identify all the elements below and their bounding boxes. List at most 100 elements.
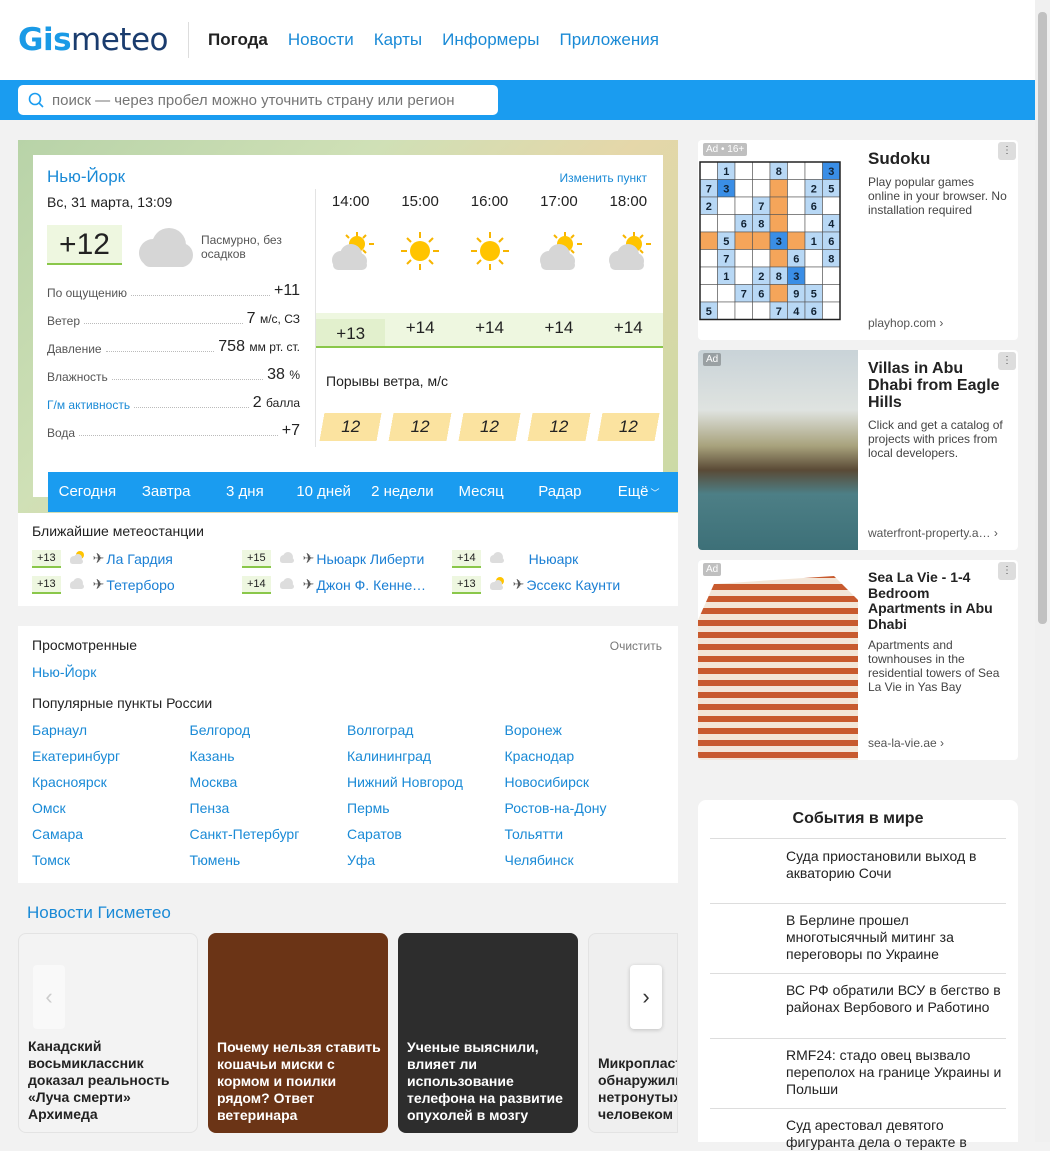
viewed-item[interactable]: Нью-Йорк (32, 664, 96, 680)
sudoku-cell (717, 214, 736, 233)
popular-city-link[interactable]: Краснодар (505, 748, 575, 764)
ad-domain[interactable]: waterfront-property.a… › (868, 526, 998, 540)
station-item[interactable]: +13 ✈ Тетерборо (32, 575, 232, 594)
event-item[interactable]: В Берлине прошел многотысячный митинг за… (786, 912, 1006, 963)
change-location-link[interactable]: Изменить пункт (560, 171, 647, 185)
popular-city-link[interactable]: Новосибирск (505, 774, 590, 790)
popular-city-link[interactable]: Калининград (347, 748, 431, 764)
tab-tomorrow[interactable]: Завтра (127, 472, 206, 512)
popular-city-link[interactable]: Красноярск (32, 774, 107, 790)
nav-weather[interactable]: Погода (208, 30, 268, 50)
nav-apps[interactable]: Приложения (559, 30, 658, 50)
news-card[interactable]: Канадский восьмиклассник доказал реально… (18, 933, 198, 1133)
popular-city-link[interactable]: Уфа (347, 852, 375, 868)
popular-city-link[interactable]: Белгород (190, 722, 251, 738)
gismeteo-logo[interactable]: Gismeteo (18, 22, 168, 58)
popular-city-link[interactable]: Пермь (347, 800, 390, 816)
weather-card: Нью-Йорк Изменить пункт Вс, 31 марта, 13… (33, 155, 678, 512)
partly-cloudy-icon (487, 575, 507, 594)
popular-title: Популярные пункты России (32, 695, 213, 711)
event-item[interactable]: ВС РФ обратили ВСУ в бегство в районах В… (786, 982, 1006, 1016)
news-card[interactable]: Микропласт обнаружили нетронутых совреме… (588, 933, 678, 1133)
scrollbar-thumb[interactable] (1038, 12, 1047, 624)
station-item[interactable]: +13 ✈ Ла Гардия (32, 549, 232, 568)
sudoku-cell (752, 179, 771, 198)
chevron-down-icon: ﹀ (650, 488, 660, 498)
ad-domain[interactable]: playhop.com › (868, 316, 943, 330)
popular-city-link[interactable]: Самара (32, 826, 83, 842)
event-item[interactable]: RMF24: стадо овец вызвало переполох на г… (786, 1047, 1006, 1098)
nav-informers[interactable]: Информеры (442, 30, 539, 50)
popular-city-link[interactable]: Омск (32, 800, 66, 816)
more-vertical-icon[interactable]: ⋮ (998, 352, 1016, 370)
sudoku-cell (769, 249, 788, 268)
sudoku-cell (787, 161, 806, 180)
station-item[interactable]: +14 Ньюарк (452, 549, 652, 568)
popular-city-link[interactable]: Екатеринбург (32, 748, 120, 764)
geomagnetic-link[interactable]: Г/м активность (47, 398, 130, 412)
tab-month[interactable]: Месяц (442, 472, 521, 512)
clear-button[interactable]: Очистить (610, 639, 662, 653)
tab-3-days[interactable]: 3 дня (206, 472, 285, 512)
nav-maps[interactable]: Карты (374, 30, 422, 50)
current-temperature: +12 (47, 225, 122, 265)
station-item[interactable]: +15 ✈ Ньюарк Либерти (242, 549, 442, 568)
popular-city-link[interactable]: Санкт-Петербург (190, 826, 300, 842)
cloud-icon (487, 549, 507, 568)
ad-villas[interactable]: Ad Villas in Abu Dhabi from Eagle Hills … (698, 350, 1018, 550)
ad-domain[interactable]: sea-la-vie.ae › (868, 736, 944, 750)
popular-city-link[interactable]: Томск (32, 852, 70, 868)
popular-city-link[interactable]: Волгоград (347, 722, 413, 738)
nav-news[interactable]: Новости (288, 30, 354, 50)
carousel-next-button[interactable]: › (630, 965, 662, 1029)
popular-city-link[interactable]: Москва (190, 774, 238, 790)
ad-title[interactable]: Sea La Vie - 1-4 Bedroom Apartments in A… (868, 569, 1003, 632)
sudoku-digit: 7 (723, 253, 729, 265)
wind-gust-value: 12 (388, 413, 452, 441)
tab-10-days[interactable]: 10 дней (284, 472, 363, 512)
station-item[interactable]: +13 ✈ Эссекс Каунти (452, 575, 652, 594)
forecast-tabs: Сегодня Завтра 3 дня 10 дней 2 недели Ме… (48, 472, 678, 512)
tab-radar[interactable]: Радар (521, 472, 600, 512)
sudoku-digit: 1 (811, 236, 817, 248)
ad-title[interactable]: Villas in Abu Dhabi from Eagle Hills (868, 360, 1003, 411)
station-item[interactable]: +14 ✈ Джон Ф. Кеннеди (242, 575, 442, 594)
popular-city-link[interactable]: Ростов-на-Дону (505, 800, 607, 816)
tab-today[interactable]: Сегодня (48, 472, 127, 512)
carousel-prev-button[interactable]: ‹ (33, 965, 65, 1029)
tab-2-weeks[interactable]: 2 недели (363, 472, 442, 512)
popular-city-link[interactable]: Тольятти (505, 826, 564, 842)
world-events: События в мире Суда приостановили выход … (698, 800, 1018, 1150)
popular-city-link[interactable]: Барнаул (32, 722, 87, 738)
sudoku-digit: 8 (758, 218, 764, 230)
news-title[interactable]: Новости Гисметео (27, 903, 171, 923)
popular-city-link[interactable]: Тюмень (190, 852, 241, 868)
news-card[interactable]: Почему нельзя ставить кошачьи миски с ко… (208, 933, 388, 1133)
event-item[interactable]: Суд арестовал девятого фигуранта дела о … (786, 1117, 1006, 1151)
more-vertical-icon[interactable]: ⋮ (998, 142, 1016, 160)
sudoku-digit: 7 (758, 201, 764, 213)
event-item[interactable]: Суда приостановили выход в акваторию Соч… (786, 848, 1006, 882)
page-scrollbar[interactable] (1035, 0, 1050, 1142)
popular-city-link[interactable]: Пенза (190, 800, 230, 816)
popular-city-link[interactable]: Воронеж (505, 722, 562, 738)
ad-title[interactable]: Sudoku (868, 150, 1003, 167)
popular-city-link[interactable]: Саратов (347, 826, 402, 842)
wind-gust-value: 12 (596, 413, 661, 441)
wind-gust-value: 12 (457, 413, 522, 441)
popular-city-link[interactable]: Нижний Новгород (347, 774, 463, 790)
popular-city-link[interactable]: Челябинск (505, 852, 574, 868)
top-header: Gismeteo Погода Новости Карты Информеры … (0, 0, 1035, 80)
sudoku-cell (804, 249, 823, 268)
city-name[interactable]: Нью-Йорк (47, 167, 125, 187)
ad-sea-la-vie[interactable]: Ad Sea La Vie - 1-4 Bedroom Apartments i… (698, 560, 1018, 760)
hour-label: 16:00 (470, 193, 509, 210)
tab-more[interactable]: Ещё ﹀ (599, 472, 678, 512)
sudoku-cell (822, 301, 841, 320)
search-input[interactable] (52, 91, 482, 109)
sudoku-cell (717, 196, 736, 215)
ad-sudoku[interactable]: 18373252766845316768128376955746 Ad • 16… (698, 140, 1018, 340)
news-card[interactable]: Ученые выяснили, влияет ли использование… (398, 933, 578, 1133)
more-vertical-icon[interactable]: ⋮ (998, 562, 1016, 580)
popular-city-link[interactable]: Казань (190, 748, 235, 764)
